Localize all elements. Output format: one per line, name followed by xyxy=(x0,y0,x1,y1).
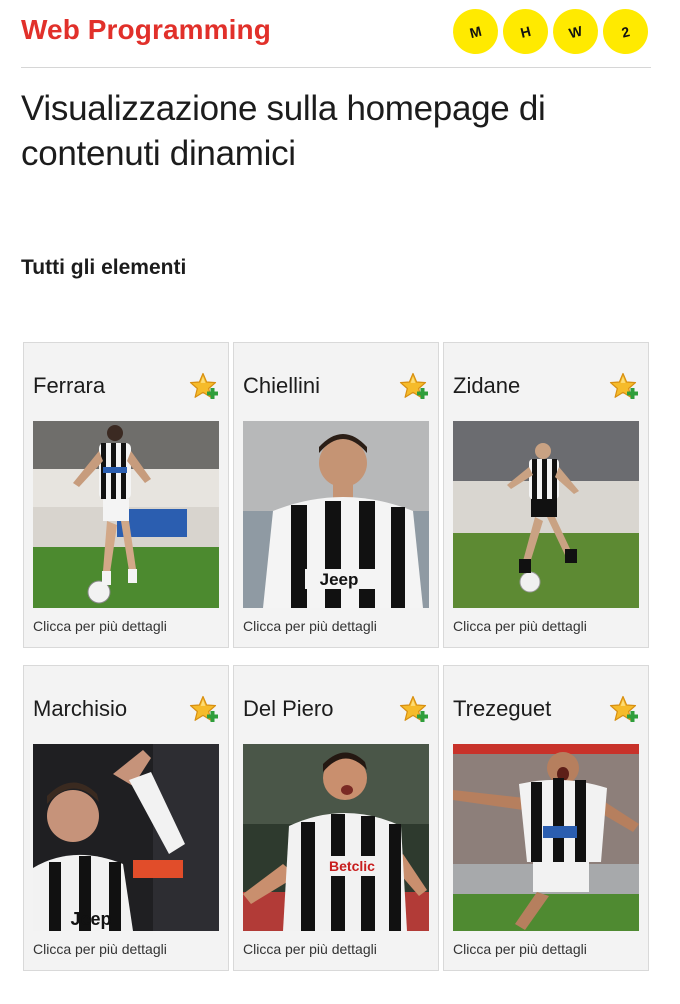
details-link[interactable]: Clicca per più dettagli xyxy=(453,941,587,957)
star-plus-icon[interactable] xyxy=(609,695,639,725)
card-grid: Ferrara Clicca per più dettagli Chiellin… xyxy=(23,342,651,971)
details-link[interactable]: Clicca per più dettagli xyxy=(243,941,377,957)
badge-group: M H W 2 xyxy=(448,4,653,59)
star-plus-icon[interactable] xyxy=(189,372,219,402)
card-title: Ferrara xyxy=(33,373,106,398)
site-header: Web Programming M H W 2 xyxy=(21,0,653,68)
card-title: Marchisio xyxy=(33,696,128,721)
player-card-chiellini[interactable]: Chiellini Jeep Clicca per più dettagli xyxy=(233,342,439,648)
player-card-ferrara[interactable]: Ferrara Clicca per più dettagli xyxy=(23,342,229,648)
player-photo xyxy=(33,421,219,608)
player-card-zidane[interactable]: Zidane Clicca per più dettagli xyxy=(443,342,649,648)
star-plus-icon[interactable] xyxy=(399,695,429,725)
badge-2[interactable]: 2 xyxy=(598,4,653,59)
card-title: Chiellini xyxy=(243,373,321,398)
card-title: Zidane xyxy=(453,373,521,398)
badge-h[interactable]: H xyxy=(498,4,553,59)
player-card-marchisio[interactable]: Marchisio Jeep Clicca per più dettagli xyxy=(23,665,229,971)
card-title: Del Piero xyxy=(243,696,334,721)
card-title: Trezeguet xyxy=(453,696,552,721)
details-link[interactable]: Clicca per più dettagli xyxy=(243,618,377,634)
player-photo xyxy=(453,421,639,608)
svg-text:Jeep: Jeep xyxy=(320,570,359,589)
badge-m[interactable]: M xyxy=(448,4,503,59)
details-link[interactable]: Clicca per più dettagli xyxy=(33,618,167,634)
svg-text:Betclic: Betclic xyxy=(329,858,375,874)
player-photo: Betclic xyxy=(243,744,429,931)
star-plus-icon[interactable] xyxy=(189,695,219,725)
details-link[interactable]: Clicca per più dettagli xyxy=(33,941,167,957)
star-plus-icon[interactable] xyxy=(609,372,639,402)
page-title: Visualizzazione sulla homepage di conten… xyxy=(21,89,546,173)
player-photo: Jeep xyxy=(243,421,429,608)
details-link[interactable]: Clicca per più dettagli xyxy=(453,618,587,634)
player-card-trezeguet[interactable]: Trezeguet Clicca per più dettagli xyxy=(443,665,649,971)
player-photo xyxy=(453,744,639,931)
svg-text:Jeep: Jeep xyxy=(70,909,111,929)
badge-w[interactable]: W xyxy=(548,4,603,59)
star-plus-icon[interactable] xyxy=(399,372,429,402)
section-title: Tutti gli elementi xyxy=(21,256,187,279)
player-photo: Jeep xyxy=(33,744,219,931)
site-brand[interactable]: Web Programming xyxy=(21,14,271,46)
player-card-del-piero[interactable]: Del Piero Betclic Clicca per più dettagl… xyxy=(233,665,439,971)
